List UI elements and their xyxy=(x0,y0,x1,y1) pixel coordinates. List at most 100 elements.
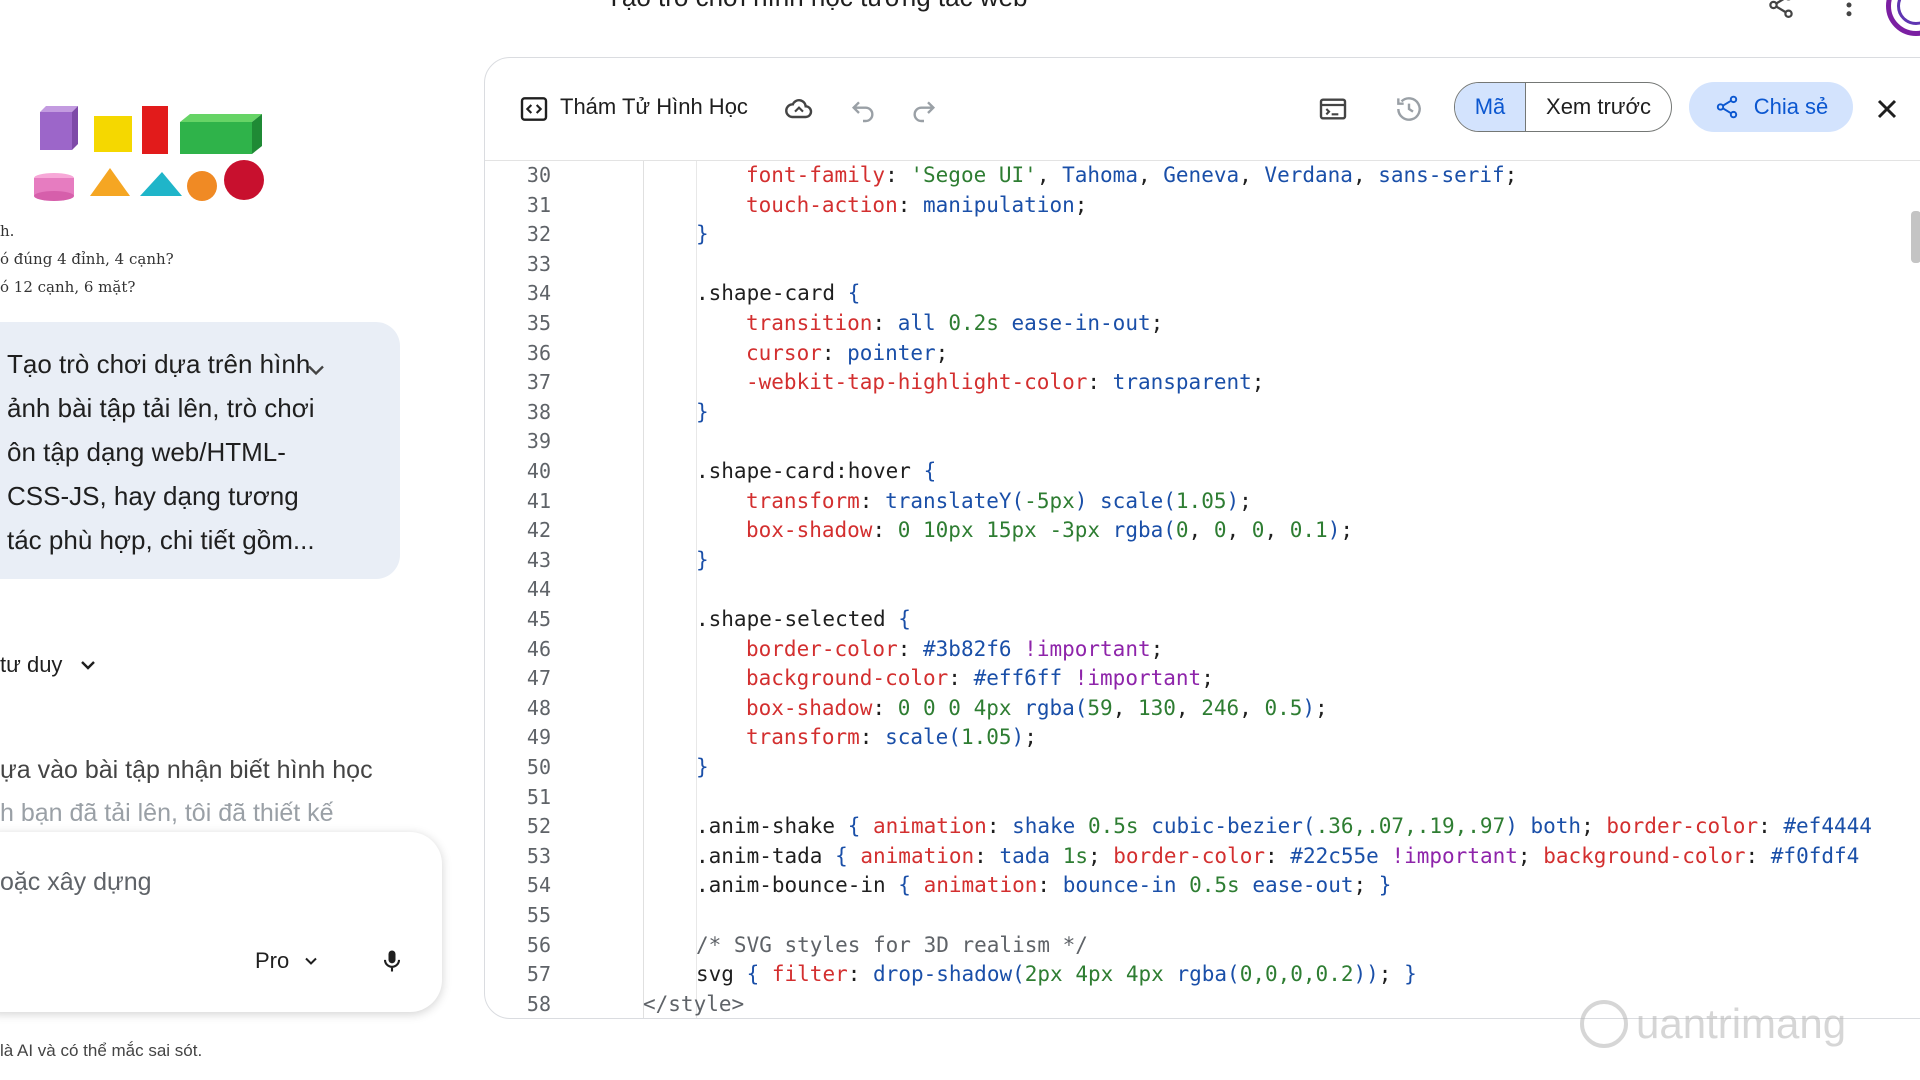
code-line[interactable]: background-color: #eff6ff !important; xyxy=(746,666,1214,690)
code-token: drop-shadow( xyxy=(873,962,1025,987)
share-label: Chia sẻ xyxy=(1753,94,1829,119)
code-token: .shape-selected xyxy=(696,607,899,631)
code-token: 59 xyxy=(1087,695,1113,720)
code-doc-icon xyxy=(520,97,548,121)
code-token: ; xyxy=(1517,843,1544,868)
redo-icon[interactable] xyxy=(908,93,940,125)
code-token: ; xyxy=(1251,370,1265,395)
code-line[interactable]: .shape-selected { xyxy=(696,607,911,631)
code-line[interactable]: box-shadow: 0 0 0 4px rgba(59, 130, 246,… xyxy=(746,696,1328,720)
code-token: background-color xyxy=(1543,843,1746,868)
close-icon[interactable] xyxy=(1871,93,1903,125)
code-line[interactable]: /* SVG styles for 3D realism */ xyxy=(696,933,1088,957)
code-token: { xyxy=(835,843,861,868)
code-token: 130 xyxy=(1137,695,1176,720)
code-token: : xyxy=(1037,873,1063,898)
code-token: #3b82f6 xyxy=(923,636,1012,661)
code-token: 0 10px 15px -3px xyxy=(897,518,1101,543)
chat-input-placeholder[interactable]: oặc xây dựng xyxy=(0,868,152,897)
code-editor[interactable]: 30 31 32 33 34 35 36 37 38 39 40 41 42 43 44 45 46 47 48 49… xyxy=(485,161,1920,1018)
thinking-toggle[interactable]: tư duy xyxy=(0,652,100,678)
code-line[interactable]: -webkit-tap-highlight-color: transparent… xyxy=(746,370,1264,394)
canvas-panel: Thám Tử Hình Học Mã Xem trước Chia sẻ 30… xyxy=(484,57,1920,1019)
code-token: cubic-bezier( xyxy=(1138,814,1316,839)
code-token: rgba( xyxy=(1100,518,1176,543)
document-title: Thám Tử Hình Học xyxy=(560,94,748,119)
share-icon[interactable] xyxy=(1766,0,1796,20)
code-line[interactable]: touch-action: manipulation; xyxy=(746,193,1087,217)
undo-icon[interactable] xyxy=(847,93,879,125)
line-number: 49 xyxy=(526,725,551,750)
code-token: { xyxy=(746,962,772,987)
line-number: 47 xyxy=(526,666,551,691)
code-line[interactable]: transform: translateY(-5px) scale(1.05); xyxy=(746,489,1252,513)
code-token: ) both xyxy=(1505,814,1582,839)
cloud-icon[interactable] xyxy=(783,93,815,125)
line-number: 43 xyxy=(526,547,551,572)
line-gutter: 30 31 32 33 34 35 36 37 38 39 40 41 42 43 44 45 46 47 48 49… xyxy=(485,161,592,1018)
share-button[interactable]: Chia sẻ xyxy=(1689,82,1853,132)
conversation-title: Tạo trò chơi hình học tương tác web xyxy=(606,0,1028,13)
code-token: , xyxy=(1036,163,1063,187)
code-line[interactable]: font-family: 'Segoe UI', Tahoma, Geneva,… xyxy=(746,163,1517,187)
tab-preview[interactable]: Xem trước xyxy=(1526,83,1671,131)
code-token: , xyxy=(1352,163,1379,187)
code-line[interactable]: .anim-shake { animation: shake 0.5s cubi… xyxy=(696,814,1872,838)
code-line[interactable]: border-color: #3b82f6 !important; xyxy=(746,637,1163,661)
model-picker[interactable]: Pro xyxy=(255,948,321,974)
code-token: : xyxy=(986,814,1013,839)
code-token: </style> xyxy=(643,991,745,1016)
line-number: 55 xyxy=(526,903,551,927)
mic-icon[interactable] xyxy=(378,946,406,976)
code-line[interactable]: box-shadow: 0 10px 15px -3px rgba(0, 0, … xyxy=(746,518,1353,542)
code-token: .shape-card xyxy=(696,281,848,306)
code-token: box-shadow xyxy=(746,695,873,720)
chat-input-box[interactable]: oặc xây dựng Pro xyxy=(0,832,442,1012)
code-line[interactable]: svg { filter: drop-shadow(2px 4px 4px rg… xyxy=(696,962,1417,986)
line-number: 42 xyxy=(526,518,551,543)
code-line[interactable]: .shape-card:hover { xyxy=(696,459,936,483)
code-token: Geneva xyxy=(1163,163,1240,187)
code-line[interactable]: .shape-card { xyxy=(696,281,860,305)
code-line[interactable]: cursor: pointer; xyxy=(746,341,948,365)
code-token: box-shadow xyxy=(746,518,873,543)
code-token: 0 xyxy=(1213,518,1227,543)
line-number: 32 xyxy=(526,222,551,247)
code-token: : xyxy=(872,695,898,720)
console-icon[interactable] xyxy=(1317,93,1349,125)
history-icon[interactable] xyxy=(1393,93,1425,125)
code-line[interactable]: } xyxy=(696,548,709,572)
code-token: : xyxy=(859,725,886,750)
vertical-scrollbar[interactable] xyxy=(1911,211,1920,263)
code-token: : xyxy=(847,962,874,987)
code-token: ; xyxy=(1239,488,1252,513)
code-line[interactable]: } xyxy=(696,222,709,246)
code-token: ; xyxy=(1024,725,1037,750)
code-token: 0 xyxy=(1175,518,1189,543)
uploaded-image-thumbnail[interactable] xyxy=(30,100,280,210)
code-line[interactable]: transform: scale(1.05); xyxy=(746,725,1037,749)
line-number: 52 xyxy=(526,814,551,839)
code-line[interactable]: .anim-bounce-in { animation: bounce-in 0… xyxy=(696,873,1391,897)
code-token: ) xyxy=(1226,488,1240,513)
chevron-down-icon[interactable] xyxy=(302,356,330,384)
code-line[interactable]: } xyxy=(696,400,709,424)
code-token: } xyxy=(696,547,709,572)
more-vert-icon[interactable] xyxy=(1834,0,1864,20)
code-line[interactable]: transition: all 0.2s ease-in-out; xyxy=(746,311,1163,335)
avatar[interactable] xyxy=(1886,0,1920,36)
code-token: !important xyxy=(1062,666,1202,691)
watermark: uantrimang xyxy=(1580,1000,1846,1048)
code-token: 1.05 xyxy=(960,725,1012,750)
code-token: 0 0 0 4px xyxy=(897,695,1012,720)
code-line[interactable]: .anim-tada { animation: tada 1s; border-… xyxy=(696,844,1859,868)
line-number: 38 xyxy=(526,399,551,424)
code-token: svg xyxy=(696,962,747,987)
code-token: rgba( xyxy=(1163,962,1240,987)
code-line[interactable]: } xyxy=(696,755,709,779)
share-nodes-icon xyxy=(1716,95,1737,119)
thinking-label: tư duy xyxy=(0,652,63,677)
disclaimer: là AI và có thể mắc sai sót. xyxy=(0,1041,203,1060)
code-line[interactable]: </style> xyxy=(643,992,744,1016)
tab-code[interactable]: Mã xyxy=(1455,83,1526,131)
